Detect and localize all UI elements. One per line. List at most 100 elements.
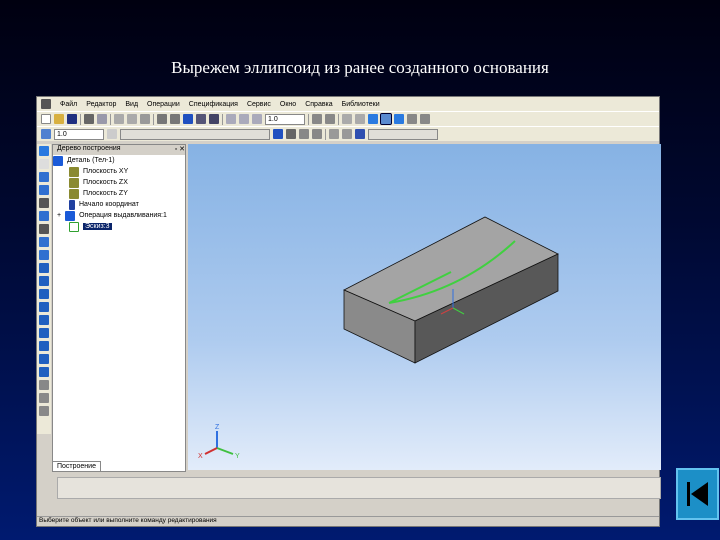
cut-icon[interactable] xyxy=(114,114,124,124)
menu-bar: Файл Редактор Вид Операции Спецификация … xyxy=(37,97,659,111)
open-icon[interactable] xyxy=(54,114,64,124)
slide-nav-button[interactable] xyxy=(676,468,719,520)
menu-service[interactable]: Сервис xyxy=(247,101,271,108)
print-icon[interactable] xyxy=(84,114,94,124)
origin-icon xyxy=(69,199,75,210)
kompas-window: Файл Редактор Вид Операции Спецификация … xyxy=(36,96,661,527)
drafting-icon[interactable] xyxy=(39,367,49,377)
sketch-icon xyxy=(69,221,79,232)
preview-icon[interactable] xyxy=(97,114,107,124)
zoom-in-icon[interactable] xyxy=(226,114,236,124)
standard-toolbar: 1.0 xyxy=(37,111,659,126)
part-icon xyxy=(53,155,63,166)
rib-icon[interactable] xyxy=(39,289,49,299)
tab-construction[interactable]: Построение xyxy=(52,461,101,472)
kinematic-icon[interactable] xyxy=(39,198,49,208)
hole-icon[interactable] xyxy=(39,302,49,312)
undo-icon[interactable] xyxy=(157,114,167,124)
close-icon[interactable]: ▫ ✕ xyxy=(175,145,185,155)
save-icon[interactable] xyxy=(67,114,77,124)
hidden-lines-icon[interactable] xyxy=(355,114,365,124)
first-slide-icon xyxy=(687,482,708,506)
redo-icon[interactable] xyxy=(170,114,180,124)
fillet-icon[interactable] xyxy=(39,250,49,260)
ortho-icon[interactable] xyxy=(342,129,352,139)
triad-x-label: X xyxy=(198,453,203,460)
menu-libraries[interactable]: Библиотеки xyxy=(342,101,380,108)
expand-icon[interactable]: + xyxy=(57,212,61,219)
copy-icon[interactable] xyxy=(127,114,137,124)
perspective-icon[interactable] xyxy=(394,114,404,124)
properties-panel xyxy=(57,477,661,499)
tree-item-origin[interactable]: Начало координат xyxy=(53,199,185,210)
status-bar: Выберите объект или выполните команду ре… xyxy=(37,516,659,526)
menu-edit[interactable]: Редактор xyxy=(86,101,116,108)
dimensions-icon[interactable] xyxy=(39,159,49,169)
menu-file[interactable]: Файл xyxy=(60,101,77,108)
variables-icon[interactable] xyxy=(196,114,206,124)
chamfer-icon[interactable] xyxy=(39,263,49,273)
tree-item-plane-xy[interactable]: Плоскость XY xyxy=(53,166,185,177)
mirror-icon[interactable] xyxy=(39,328,49,338)
view-icon[interactable] xyxy=(420,114,430,124)
triad-y xyxy=(216,447,234,455)
plane-icon[interactable] xyxy=(107,129,117,139)
section-icon[interactable] xyxy=(39,341,49,351)
extrude-icon xyxy=(65,210,76,221)
coords-icon[interactable] xyxy=(355,129,365,139)
report-icon[interactable] xyxy=(39,406,49,416)
grid-icon[interactable] xyxy=(329,129,339,139)
triad-y-label: Y xyxy=(235,453,240,460)
plane-icon xyxy=(69,188,79,199)
coords-field[interactable] xyxy=(368,128,438,140)
array-icon[interactable] xyxy=(39,315,49,325)
menu-operations[interactable]: Операции xyxy=(147,101,180,108)
compact-toolbar xyxy=(37,144,51,434)
tree-item-extrusion[interactable]: + Операция выдавливания:1 xyxy=(53,210,185,221)
operation-icon[interactable] xyxy=(286,129,296,139)
manager-icon[interactable] xyxy=(183,114,193,124)
snap-icon[interactable] xyxy=(312,129,322,139)
orient-icon[interactable] xyxy=(407,114,417,124)
slide-title: Вырежем эллипсоид из ранее созданного ос… xyxy=(171,58,549,77)
loft-icon[interactable] xyxy=(39,211,49,221)
extrude-icon[interactable] xyxy=(39,172,49,182)
rotate-op-icon[interactable] xyxy=(39,185,49,195)
tree-item-plane-zx[interactable]: Плоскость ZX xyxy=(53,177,185,188)
3d-viewport[interactable]: Z Y X xyxy=(188,144,661,470)
filter-icon[interactable] xyxy=(299,129,309,139)
tree-item-sketch[interactable]: Эскиз:3 xyxy=(53,221,185,232)
spec-icon[interactable] xyxy=(39,393,49,403)
shaded-edges-icon[interactable] xyxy=(380,113,392,125)
edit-details-icon[interactable] xyxy=(39,146,49,156)
zoom-fit-icon[interactable] xyxy=(252,114,262,124)
step-combo[interactable]: 1.0 xyxy=(54,128,104,140)
menu-specification[interactable]: Спецификация xyxy=(189,101,238,108)
sketch-icon[interactable] xyxy=(273,129,283,139)
shaded-icon[interactable] xyxy=(368,114,378,124)
model-view: Z Y X xyxy=(198,216,559,460)
scale-combo[interactable]: 1.0 xyxy=(265,113,305,125)
local-cs-icon[interactable] xyxy=(41,129,51,139)
zoom-out-icon[interactable] xyxy=(239,114,249,124)
tree-item-plane-zy[interactable]: Плоскость ZY xyxy=(53,188,185,199)
cut-extrude-icon[interactable] xyxy=(39,224,49,234)
paste-icon[interactable] xyxy=(140,114,150,124)
rotate-icon[interactable] xyxy=(325,114,335,124)
wireframe-icon[interactable] xyxy=(342,114,352,124)
menu-window[interactable]: Окно xyxy=(280,101,296,108)
new-icon[interactable] xyxy=(41,114,51,124)
triad-z-label: Z xyxy=(215,424,220,431)
measure-icon[interactable] xyxy=(39,380,49,390)
menu-help[interactable]: Справка xyxy=(305,101,332,108)
current-state-toolbar: 1.0 xyxy=(37,126,659,141)
layer-combo[interactable] xyxy=(120,128,270,140)
pan-icon[interactable] xyxy=(312,114,322,124)
cut-rotate-icon[interactable] xyxy=(39,237,49,247)
split-icon[interactable] xyxy=(39,354,49,364)
tree-item-part[interactable]: Деталь (Тел-1) xyxy=(53,155,185,166)
menu-view[interactable]: Вид xyxy=(125,101,138,108)
plane-icon xyxy=(69,166,79,177)
shell-icon[interactable] xyxy=(39,276,49,286)
help-icon[interactable] xyxy=(209,114,219,124)
